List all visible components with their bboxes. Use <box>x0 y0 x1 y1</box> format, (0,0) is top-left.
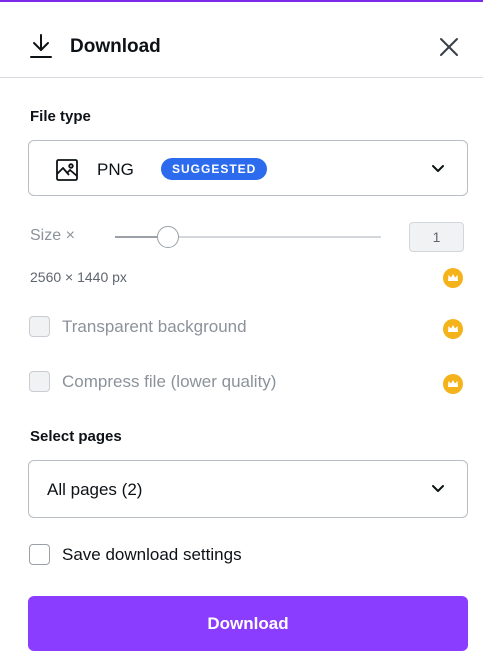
checkbox-box[interactable] <box>29 371 50 392</box>
crown-icon <box>443 374 463 394</box>
size-input[interactable]: 1 <box>409 222 464 252</box>
transparent-background-label: Transparent background <box>62 317 247 336</box>
suggested-badge: SUGGESTED <box>161 158 268 180</box>
dimensions-text: 2560 × 1440 px <box>30 269 127 285</box>
checkbox-box[interactable] <box>29 544 50 565</box>
chevron-down-icon <box>432 165 444 172</box>
checkbox-box[interactable] <box>29 316 50 337</box>
save-settings-label: Save download settings <box>62 545 242 564</box>
size-slider[interactable] <box>115 226 381 248</box>
download-button[interactable]: Download <box>28 596 468 651</box>
chevron-down-icon <box>432 485 444 492</box>
file-type-value: PNG <box>97 160 134 179</box>
file-type-select[interactable]: PNG SUGGESTED <box>28 140 468 196</box>
select-pages-dropdown[interactable]: All pages (2) <box>28 460 468 518</box>
size-slider-thumb[interactable] <box>157 226 180 248</box>
panel-header: Download <box>0 2 483 78</box>
select-pages-label: Select pages <box>30 428 122 445</box>
crown-icon <box>443 319 463 339</box>
image-icon <box>56 159 78 181</box>
close-icon[interactable] <box>438 36 460 58</box>
select-pages-value: All pages (2) <box>47 480 143 499</box>
download-icon <box>30 34 52 58</box>
size-label: Size × <box>30 227 75 244</box>
compress-file-label: Compress file (lower quality) <box>62 372 277 391</box>
panel-title: Download <box>70 36 161 57</box>
crown-icon <box>443 268 463 288</box>
file-type-label: File type <box>30 108 91 125</box>
